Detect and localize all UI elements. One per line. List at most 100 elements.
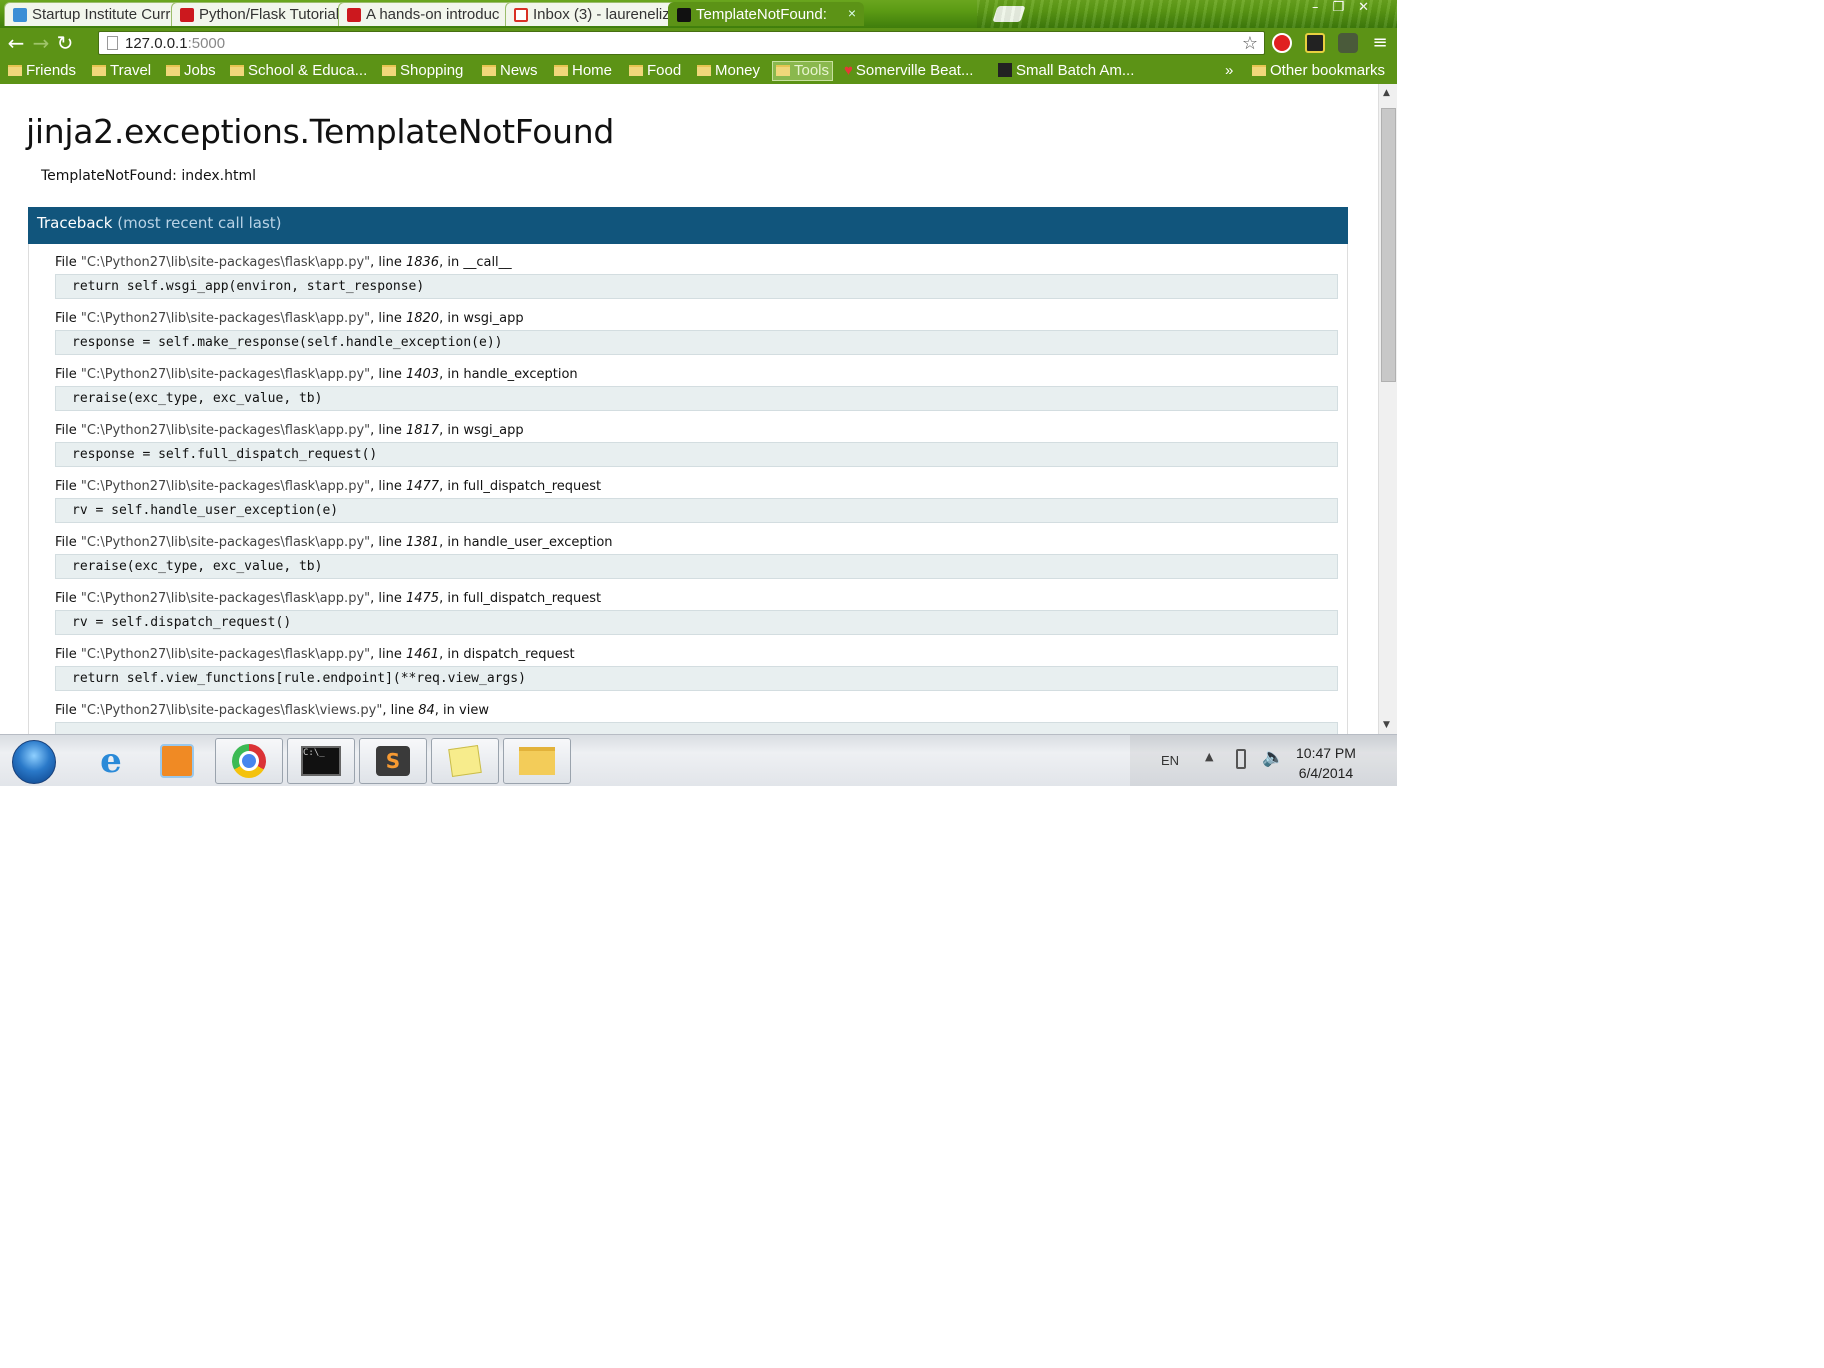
volume-icon[interactable]: 🔈 [1262, 747, 1284, 768]
frame-file: "C:\Python27\lib\site-packages\flask\app… [80, 479, 371, 494]
internet-explorer-icon[interactable]: e [77, 738, 145, 784]
sticky-notes-icon[interactable] [431, 738, 499, 784]
traceback-frame: File "C:\Python27\lib\site-packages\flas… [55, 477, 1338, 523]
bookmark-food[interactable]: Food [629, 62, 681, 80]
gmail-icon [514, 8, 528, 22]
reload-icon[interactable]: ↻ [53, 31, 77, 55]
traceback-frame: File "C:\Python27\lib\site-packages\flas… [55, 589, 1338, 635]
folder-icon [382, 65, 396, 76]
frame-code[interactable]: response = self.make_response(self.handl… [55, 330, 1338, 355]
frame-function: full_dispatch_request [463, 591, 602, 606]
bookmark-small-batch[interactable]: Small Batch Am... [998, 62, 1134, 80]
frame-function: handle_exception [463, 367, 578, 382]
frame-function: view [459, 703, 489, 718]
frame-location: File "C:\Python27\lib\site-packages\flas… [55, 703, 489, 718]
bookmark-friends[interactable]: Friends [8, 62, 76, 80]
tab-template-not-found[interactable]: TemplateNotFound: × [668, 2, 864, 26]
heart-icon: ♥ [844, 62, 853, 79]
scroll-up-arrow-icon[interactable]: ▲ [1383, 88, 1390, 98]
language-indicator[interactable]: EN [1161, 753, 1179, 768]
back-arrow-icon[interactable]: ← [4, 31, 28, 55]
folder-icon [92, 65, 106, 76]
bookmark-school[interactable]: School & Educa... [230, 62, 367, 80]
bookmark-travel[interactable]: Travel [92, 62, 151, 80]
show-hidden-icons-arrow-icon[interactable]: ▲ [1205, 750, 1213, 763]
bookmark-money[interactable]: Money [697, 62, 760, 80]
tab-title: A hands-on introduc [366, 6, 500, 23]
frame-line: 1475 [405, 591, 440, 606]
frame-location: File "C:\Python27\lib\site-packages\flas… [55, 423, 524, 438]
folder-icon [166, 65, 180, 76]
frame-function: handle_user_exception [463, 535, 613, 550]
traceback-frame: File "C:\Python27\lib\site-packages\flas… [55, 365, 1338, 411]
clock-date: 6/4/2014 [1298, 765, 1354, 781]
frame-code[interactable]: rv = self.handle_user_exception(e) [55, 498, 1338, 523]
traceback-frame: File "C:\Python27\lib\site-packages\flas… [55, 533, 1338, 579]
url-text: 127.0.0.1:5000 [125, 35, 226, 52]
window-controls[interactable]: –❐✕ [1312, 0, 1383, 15]
error-message: TemplateNotFound: index.html [41, 168, 256, 184]
frame-code[interactable] [55, 722, 1338, 734]
youtube-icon [347, 8, 361, 22]
file-explorer-icon[interactable] [503, 738, 571, 784]
frame-line: 1817 [405, 423, 440, 438]
clock[interactable]: 10:47 PM 6/4/2014 [1296, 743, 1356, 783]
youtube-icon [180, 8, 194, 22]
tab-title: Python/Flask Tutorial [199, 6, 340, 23]
folder-icon [8, 65, 22, 76]
todo-extension-icon[interactable] [1305, 33, 1325, 53]
start-button[interactable] [12, 740, 56, 784]
new-tab-button[interactable] [992, 6, 1026, 22]
adblock-extension-icon[interactable] [1272, 33, 1292, 53]
frame-code[interactable]: reraise(exc_type, exc_value, tb) [55, 554, 1338, 579]
scrollbar-thumb[interactable] [1381, 108, 1396, 382]
traceback-frame: File "C:\Python27\lib\site-packages\flas… [55, 309, 1338, 355]
frame-code[interactable]: return self.wsgi_app(environ, start_resp… [55, 274, 1338, 299]
evernote-extension-icon[interactable] [1338, 33, 1358, 53]
bookmark-other-bookmarks[interactable]: Other bookmarks [1252, 62, 1385, 80]
command-prompt-icon[interactable]: C:\_ [287, 738, 355, 784]
tab-title: TemplateNotFound: [696, 6, 827, 23]
frame-line: 1461 [405, 647, 440, 662]
frame-function: wsgi_app [463, 311, 524, 326]
folder-icon [482, 65, 496, 76]
traceback-frame: File "C:\Python27\lib\site-packages\flas… [55, 701, 1338, 734]
scroll-down-arrow-icon[interactable]: ▼ [1383, 720, 1390, 730]
frame-line: 1477 [405, 479, 440, 494]
startup-institute-icon [13, 8, 27, 22]
forward-arrow-icon[interactable]: → [29, 31, 53, 55]
bookmark-somerville-beat[interactable]: ♥ Somerville Beat... [844, 62, 973, 80]
frame-code[interactable]: reraise(exc_type, exc_value, tb) [55, 386, 1338, 411]
traceback-body: File "C:\Python27\lib\site-packages\flas… [28, 244, 1348, 734]
frame-line: 1381 [405, 535, 440, 550]
vertical-scrollbar[interactable]: ▲ ▼ [1378, 84, 1397, 734]
bookmark-tools[interactable]: Tools [772, 61, 834, 81]
media-player-icon[interactable] [143, 738, 211, 784]
address-bar[interactable]: 127.0.0.1:5000 ☆ [98, 31, 1265, 55]
tab-title: Startup Institute Curr [32, 6, 171, 23]
frame-location: File "C:\Python27\lib\site-packages\flas… [55, 479, 602, 494]
traceback-frame: File "C:\Python27\lib\site-packages\flas… [55, 421, 1338, 467]
sublime-text-icon[interactable]: S [359, 738, 427, 784]
bookmark-jobs[interactable]: Jobs [166, 62, 216, 80]
frame-code[interactable]: response = self.full_dispatch_request() [55, 442, 1338, 467]
frame-function: wsgi_app [463, 423, 524, 438]
traceback-frame: File "C:\Python27\lib\site-packages\flas… [55, 645, 1338, 691]
frame-location: File "C:\Python27\lib\site-packages\flas… [55, 311, 524, 326]
close-icon[interactable]: × [848, 5, 856, 21]
frame-code[interactable]: return self.view_functions[rule.endpoint… [55, 666, 1338, 691]
bookmark-home[interactable]: Home [554, 62, 612, 80]
bookmarks-overflow-chevron-icon[interactable]: » [1225, 62, 1233, 80]
bookmark-shopping[interactable]: Shopping [382, 62, 463, 80]
bookmarks-bar: Friends Travel Jobs School & Educa... Sh… [0, 58, 1397, 84]
traceback-title: Traceback [37, 214, 113, 232]
chrome-icon[interactable] [215, 738, 283, 784]
frame-code[interactable]: rv = self.dispatch_request() [55, 610, 1338, 635]
battery-icon[interactable] [1236, 749, 1246, 769]
site-icon [998, 63, 1012, 77]
bookmark-star-icon[interactable]: ☆ [1242, 33, 1258, 54]
menu-icon[interactable]: ≡ [1368, 31, 1392, 55]
folder-icon [554, 65, 568, 76]
frame-location: File "C:\Python27\lib\site-packages\flas… [55, 647, 575, 662]
bookmark-news[interactable]: News [482, 62, 538, 80]
